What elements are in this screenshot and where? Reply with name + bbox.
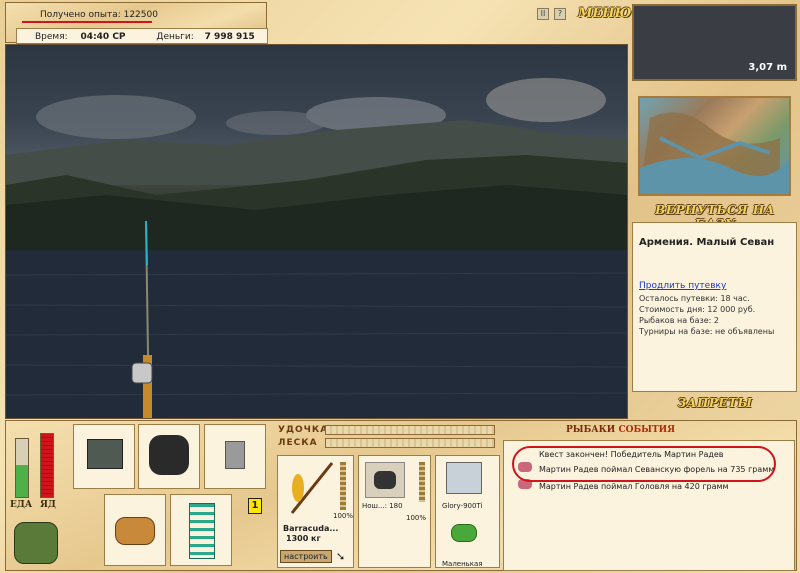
map-graphic [640, 112, 789, 194]
rod-label: УДОЧКА [278, 425, 329, 435]
events-tab[interactable]: СОБЫТИЯ [618, 425, 675, 435]
time-value: 04:40 СР [80, 32, 126, 42]
depth-display: 3,07 m [632, 4, 797, 81]
highlight-annotation [512, 446, 776, 482]
permit-remaining: Осталось путевки: 18 час. [639, 294, 750, 303]
poison-label: ЯД [40, 500, 56, 510]
keepnet-slot[interactable] [170, 494, 232, 566]
depth-value: 3,07 m [748, 62, 787, 73]
fishers-tab[interactable]: РЫБАКИ [566, 425, 615, 435]
line-name: Glory-900Ti [442, 502, 483, 510]
time-money-bar: Время: 04:40 СР Деньги: 7 998 915 руб. [16, 28, 268, 58]
pause-icon: II [540, 9, 546, 18]
money-label: Деньги: [156, 32, 194, 42]
help-icon: ? [557, 9, 563, 18]
scene-graphic [6, 78, 627, 418]
line-tension-bar [325, 438, 495, 448]
fishers-count: Рыбаков на базе: 2 [639, 316, 719, 325]
rod-weight: 1300 кг [286, 534, 321, 543]
rod-name: Barracuda... [283, 524, 339, 533]
lure-name: Маленькая [442, 560, 483, 568]
reel-slot[interactable]: Нош...: 180 100% [358, 455, 431, 568]
event-item: Мартин Радев поймал Головля на 420 грамм [539, 482, 729, 491]
extend-permit-link[interactable]: Продлить путевку [639, 281, 726, 291]
pause-button[interactable]: II [537, 8, 549, 20]
location-info-panel: Армения. Малый Севан Продлить путевку Ос… [632, 222, 797, 392]
pda-icon [225, 441, 245, 469]
poison-meter [40, 433, 54, 498]
food-label: ЕДА [10, 500, 33, 510]
help-button[interactable]: ? [554, 8, 566, 20]
fishing-line-icon [446, 462, 482, 494]
reel-icon [365, 462, 405, 498]
menu-button[interactable]: МЕНЮ [578, 6, 631, 21]
phone-slot[interactable] [204, 424, 266, 489]
events-title: РЫБАКИ СОБЫТИЯ [566, 425, 675, 435]
location-map [638, 96, 791, 196]
status-panel: Получено опыта: 122500 Время: 04:40 СР Д… [5, 2, 268, 58]
line-label: ЛЕСКА [278, 438, 318, 448]
rod-slot[interactable]: 100% Barracuda... 1300 кг настроить ➘ [277, 455, 354, 568]
arrow-icon: ➘ [336, 550, 346, 563]
reel-label: Нош...: 180 [362, 502, 403, 510]
reel-percent: 100% [406, 514, 427, 522]
tackle-box-icon [87, 439, 123, 469]
fishing-scene[interactable] [5, 44, 628, 419]
location-title: Армения. Малый Севан [639, 237, 775, 248]
xp-display: Получено опыта: 122500 [16, 7, 264, 23]
backpack-slot[interactable] [138, 424, 200, 489]
reel-durability-bar [419, 462, 425, 502]
xp-underline [22, 21, 152, 23]
rod-durability-bar [340, 462, 346, 510]
bans-button[interactable]: ЗАПРЕТЫ [636, 396, 794, 410]
tournaments-info: Турниры на базе: не объявлены [639, 327, 775, 336]
food-bag-icon[interactable] [14, 522, 58, 564]
count-badge: 1 [248, 498, 262, 514]
rod-icon [290, 462, 334, 514]
basket-icon [115, 517, 155, 545]
basket-slot[interactable] [104, 494, 166, 566]
backpack-icon [149, 435, 189, 475]
keepnet-icon [189, 503, 215, 559]
lure-icon [446, 516, 482, 552]
xp-text: Получено опыта: 122500 [40, 10, 158, 20]
rod-percent: 100% [333, 512, 354, 520]
rod-tension-bar [325, 425, 495, 435]
line-lure-slot[interactable]: Glory-900Ti Маленькая [435, 455, 500, 568]
day-cost: Стоимость дня: 12 000 руб. [639, 305, 756, 314]
food-meter [15, 438, 29, 498]
time-label: Время: [35, 32, 68, 42]
configure-button[interactable]: настроить [280, 550, 332, 563]
tackle-box-slot[interactable] [73, 424, 135, 489]
